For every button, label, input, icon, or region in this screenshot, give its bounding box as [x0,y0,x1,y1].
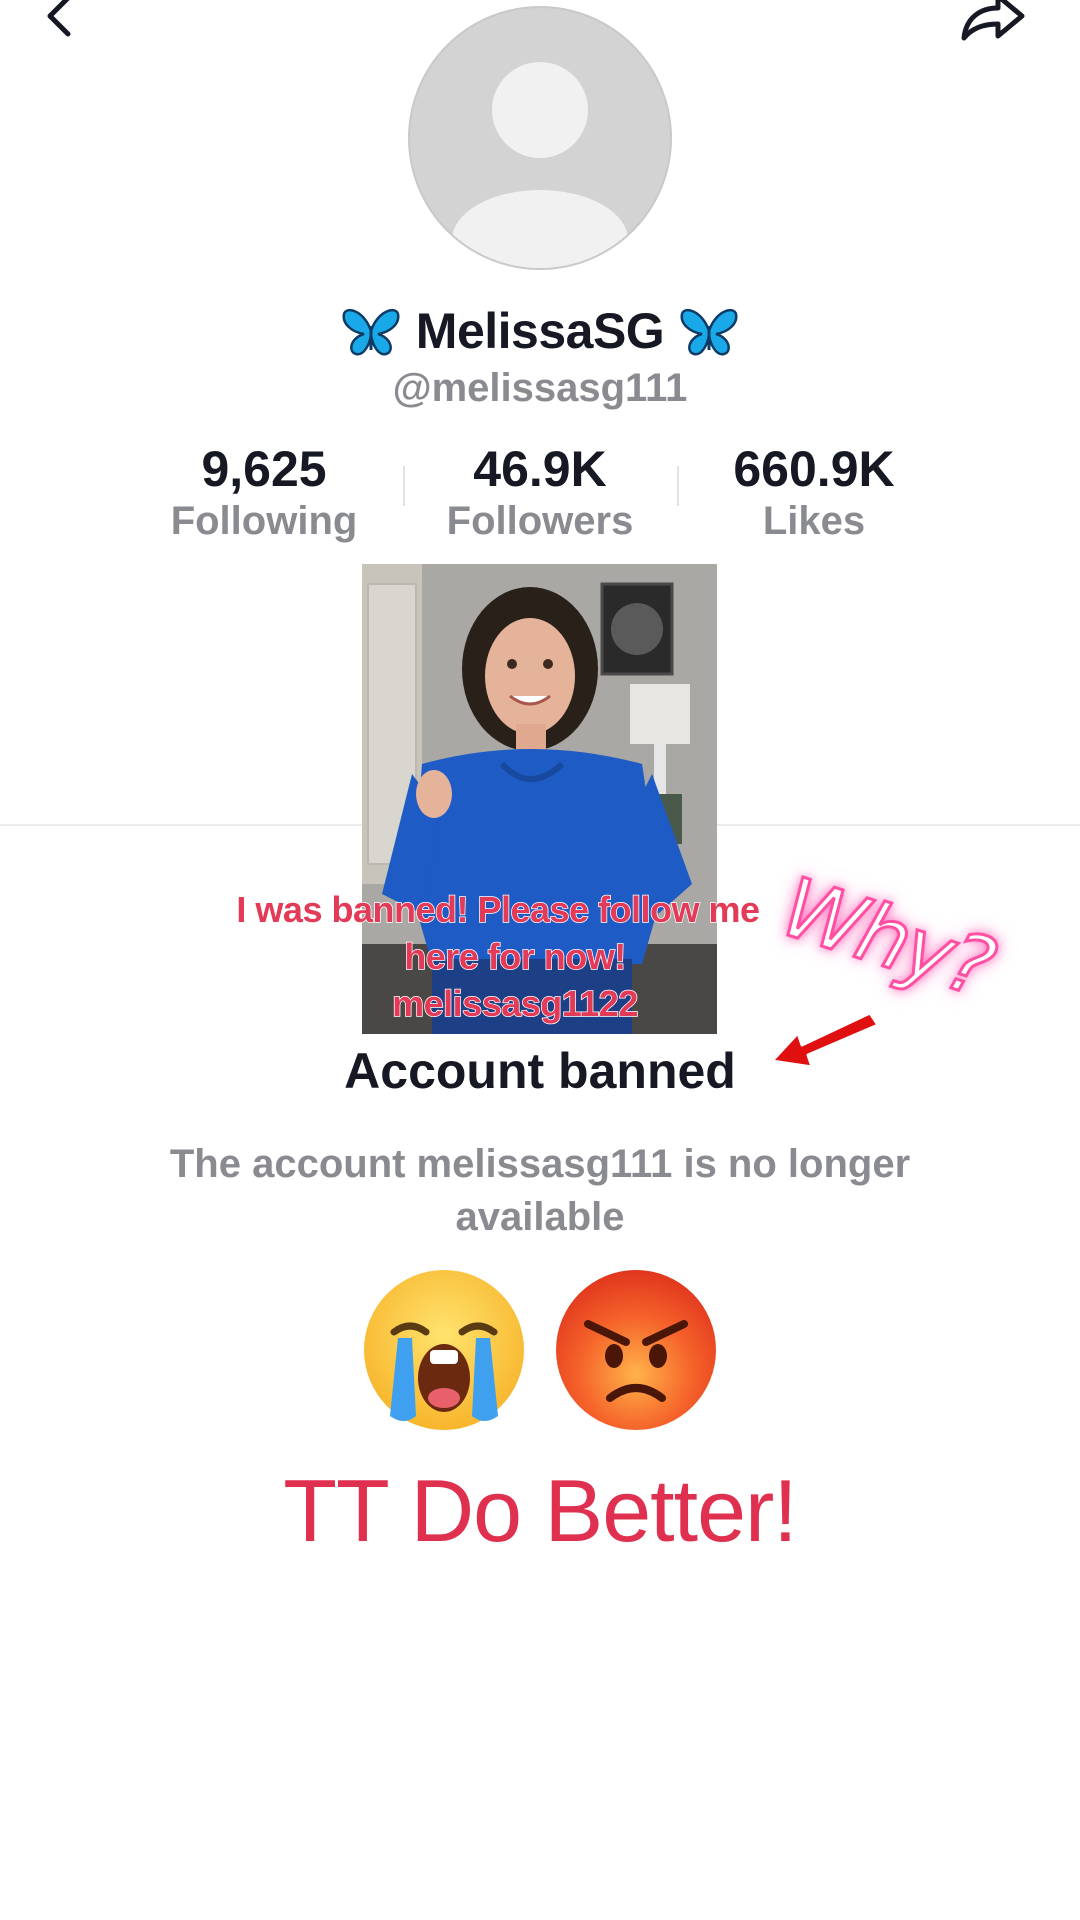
default-avatar-icon [452,62,628,268]
username-handle: @melissasg111 [392,366,688,410]
back-button[interactable] [22,0,102,46]
following-label: Following [170,499,358,543]
display-name-row: MelissaSG [0,296,1080,366]
share-button[interactable] [958,0,1038,46]
overlay-line-3: melissasg1122 [391,982,639,1025]
likes-stat[interactable]: 660.9K Likes [684,440,944,544]
emoji-row [360,1266,720,1436]
stat-divider [677,466,679,506]
chevron-left-icon [47,0,71,37]
following-stat[interactable]: 9,625 Following [134,440,394,544]
butterfly-icon [342,309,400,356]
followers-label: Followers [446,499,634,543]
likes-label: Likes [762,499,866,543]
loudly-crying-face-icon [364,1270,524,1430]
share-arrow-icon [961,0,1025,41]
account-banned-title: Account banned [344,1043,736,1099]
overlay-caption: I was banned! Please follow me here for … [200,886,830,1027]
account-banned-description: The account melissasg111 is no longer av… [169,1142,911,1239]
overlay-line-2: here for now! [403,935,627,978]
profile-screen: MelissaSG @melissasg111 9,625 Following … [0,0,1080,1920]
butterfly-icon [680,309,738,356]
likes-count: 660.9K [733,441,895,497]
overlay-line-1: I was banned! Please follow me [236,888,761,931]
tt-do-better-caption: TT Do Better! [283,1461,798,1560]
following-count: 9,625 [201,441,327,497]
stat-divider [403,466,405,506]
avatar[interactable] [408,6,672,270]
display-name: MelissaSG [415,303,665,359]
followers-stat[interactable]: 46.9K Followers [410,440,670,544]
followers-count: 46.9K [473,441,607,497]
angry-face-icon [556,1270,716,1430]
